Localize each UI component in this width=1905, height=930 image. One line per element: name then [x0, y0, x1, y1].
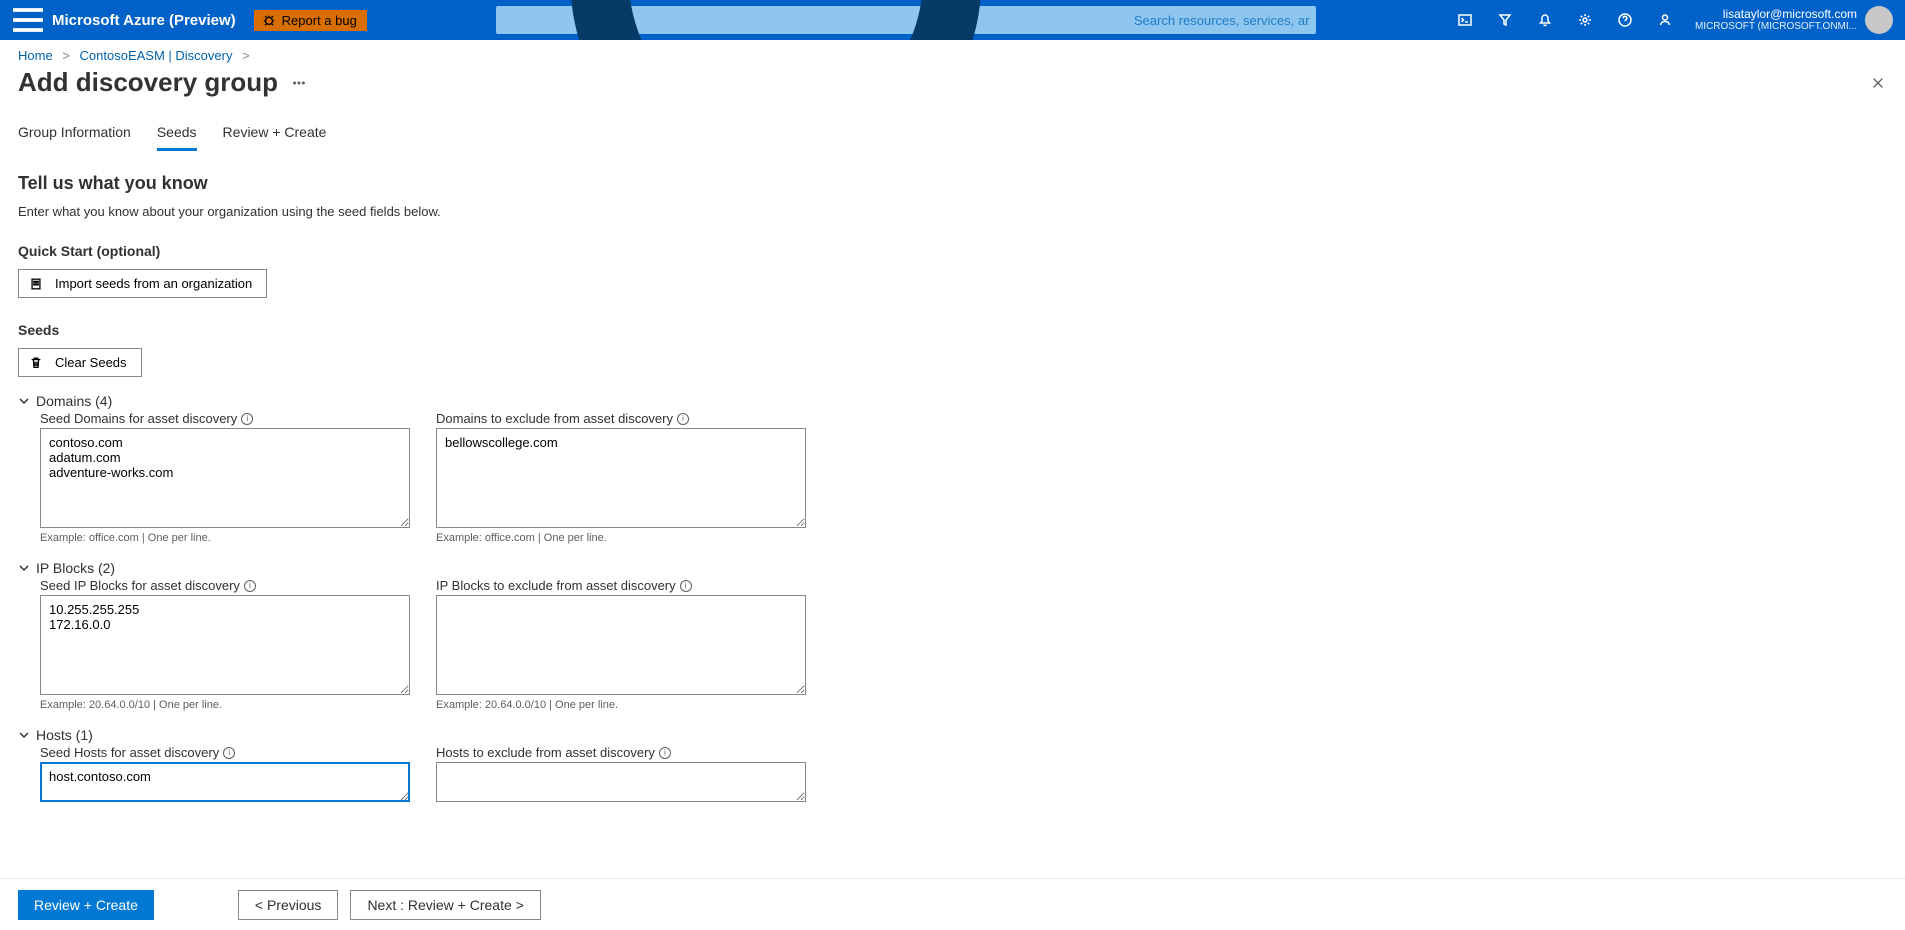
ipblocks-seed-textarea[interactable] [40, 595, 410, 695]
hosts-seed-textarea[interactable] [40, 762, 410, 802]
more-actions-icon[interactable] [288, 76, 310, 90]
ipblocks-excl-label: IP Blocks to exclude from asset discover… [436, 578, 676, 593]
account-email: lisataylor@microsoft.com [1695, 7, 1857, 21]
seeds-heading: Seeds [18, 322, 1887, 338]
hosts-excl-textarea[interactable] [436, 762, 806, 802]
cloud-shell-icon[interactable] [1445, 0, 1485, 40]
tab-bar: Group Information Seeds Review + Create [18, 124, 1887, 151]
import-seeds-button[interactable]: Import seeds from an organization [18, 269, 267, 298]
report-bug-button[interactable]: Report a bug [254, 10, 367, 31]
accordion-ipblocks[interactable]: IP Blocks (2) [18, 560, 1887, 576]
tab-review-create[interactable]: Review + Create [223, 124, 327, 151]
ipblocks-seed-hint: Example: 20.64.0.0/10 | One per line. [40, 699, 410, 711]
domains-seed-textarea[interactable] [40, 428, 410, 528]
hosts-excl-label: Hosts to exclude from asset discovery [436, 745, 655, 760]
header-tools: lisataylor@microsoft.com MICROSOFT (MICR… [1445, 0, 1899, 40]
brand-label[interactable]: Microsoft Azure (Preview) [48, 12, 248, 29]
directory-filter-icon[interactable] [1485, 0, 1525, 40]
clear-seeds-label: Clear Seeds [55, 355, 127, 370]
review-create-button[interactable]: Review + Create [18, 890, 154, 920]
clear-seeds-button[interactable]: Clear Seeds [18, 348, 142, 377]
content-pane: Home > ContosoEASM | Discovery > Add dis… [0, 40, 1905, 878]
import-seeds-label: Import seeds from an organization [55, 276, 252, 291]
accordion-hosts-title: Hosts (1) [36, 727, 93, 743]
domains-seed-label: Seed Domains for asset discovery [40, 411, 237, 426]
quick-start-label: Quick Start (optional) [18, 243, 1887, 259]
previous-button[interactable]: < Previous [238, 890, 339, 920]
report-bug-label: Report a bug [282, 13, 357, 28]
breadcrumb-discovery[interactable]: ContosoEASM | Discovery [80, 48, 233, 63]
footer-actions: Review + Create < Previous Next : Review… [0, 878, 1905, 930]
notifications-icon[interactable] [1525, 0, 1565, 40]
section-subheading: Enter what you know about your organizat… [18, 204, 1887, 219]
info-icon[interactable]: i [241, 413, 253, 425]
domains-excl-label: Domains to exclude from asset discovery [436, 411, 673, 426]
ipblocks-excl-hint: Example: 20.64.0.0/10 | One per line. [436, 699, 806, 711]
section-heading: Tell us what you know [18, 173, 1887, 194]
domains-seed-hint: Example: office.com | One per line. [40, 532, 410, 544]
ipblocks-excl-textarea[interactable] [436, 595, 806, 695]
help-icon[interactable] [1605, 0, 1645, 40]
accordion-ipblocks-title: IP Blocks (2) [36, 560, 115, 576]
chevron-down-icon [18, 395, 30, 407]
info-icon[interactable]: i [659, 747, 671, 759]
domains-excl-hint: Example: office.com | One per line. [436, 532, 806, 544]
domains-excl-textarea[interactable] [436, 428, 806, 528]
global-header: Microsoft Azure (Preview) Report a bug l… [0, 0, 1905, 40]
account-menu[interactable]: lisataylor@microsoft.com MICROSOFT (MICR… [1685, 6, 1899, 34]
info-icon[interactable]: i [680, 580, 692, 592]
settings-gear-icon[interactable] [1565, 0, 1605, 40]
chevron-down-icon [18, 562, 30, 574]
info-icon[interactable]: i [223, 747, 235, 759]
ipblocks-seed-label: Seed IP Blocks for asset discovery [40, 578, 240, 593]
accordion-domains[interactable]: Domains (4) [18, 393, 1887, 409]
account-directory: MICROSOFT (MICROSOFT.ONMI... [1695, 21, 1857, 33]
close-icon[interactable] [1871, 76, 1885, 93]
hosts-seed-label: Seed Hosts for asset discovery [40, 745, 219, 760]
avatar [1865, 6, 1893, 34]
tab-seeds[interactable]: Seeds [157, 124, 197, 151]
page-title: Add discovery group [18, 67, 278, 98]
accordion-domains-title: Domains (4) [36, 393, 112, 409]
breadcrumb: Home > ContosoEASM | Discovery > [18, 48, 1887, 63]
next-button[interactable]: Next : Review + Create > [350, 890, 540, 920]
accordion-hosts[interactable]: Hosts (1) [18, 727, 1887, 743]
info-icon[interactable]: i [677, 413, 689, 425]
info-icon[interactable]: i [244, 580, 256, 592]
global-search[interactable] [496, 6, 1316, 34]
feedback-icon[interactable] [1645, 0, 1685, 40]
search-input[interactable] [1128, 6, 1310, 34]
breadcrumb-home[interactable]: Home [18, 48, 53, 63]
chevron-down-icon [18, 729, 30, 741]
tab-group-info[interactable]: Group Information [18, 124, 131, 151]
hamburger-menu-icon[interactable] [8, 0, 48, 40]
